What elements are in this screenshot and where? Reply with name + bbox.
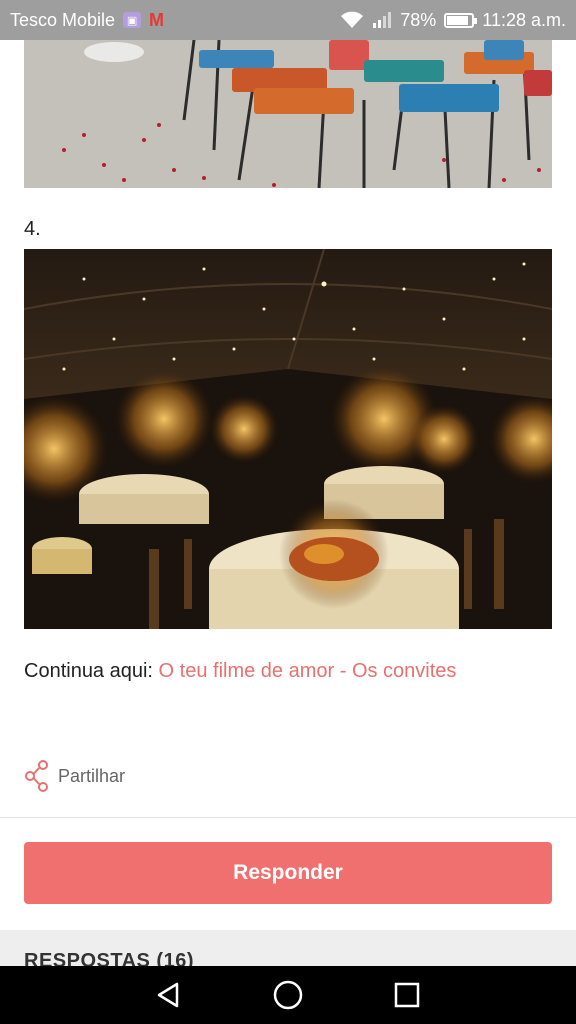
reply-button[interactable]: Responder — [24, 842, 552, 904]
navigation-bar — [0, 966, 576, 1024]
chairs-photo — [24, 40, 552, 188]
home-button[interactable] — [268, 975, 308, 1015]
recents-square-icon — [394, 982, 419, 1008]
signal-icon — [373, 12, 392, 28]
carrier-name: Tesco Mobile — [10, 9, 116, 30]
gallery-notification-icon: ▣ — [123, 12, 142, 28]
gmail-notification-icon: M — [149, 9, 165, 30]
home-circle-icon — [273, 980, 303, 1010]
continue-link[interactable]: O teu filme de amor - Os convites — [159, 660, 457, 682]
recents-button[interactable] — [387, 975, 427, 1015]
wifi-icon — [341, 11, 364, 28]
clock: 11:28 a.m. — [482, 9, 566, 30]
share-label: Partilhar — [58, 765, 126, 786]
continue-line: Continua aqui: O teu filme de amor - Os … — [24, 660, 456, 683]
divider — [0, 817, 576, 818]
battery-icon — [444, 12, 478, 28]
step-number: 4. — [24, 218, 41, 240]
battery-percent: 78% — [400, 9, 437, 30]
share-button[interactable]: Partilhar — [24, 760, 125, 792]
responses-header: RESPOSTAS (16) — [0, 930, 576, 966]
share-icon — [25, 760, 48, 792]
status-bar: Tesco Mobile ▣ M 78% 11:28 a.m. — [0, 0, 576, 40]
tent-reception-photo — [24, 249, 552, 629]
back-button[interactable] — [149, 975, 189, 1015]
responses-title: RESPOSTAS (16) — [24, 950, 194, 966]
back-triangle-icon — [158, 982, 179, 1008]
continue-prefix: Continua aqui: — [24, 660, 153, 682]
